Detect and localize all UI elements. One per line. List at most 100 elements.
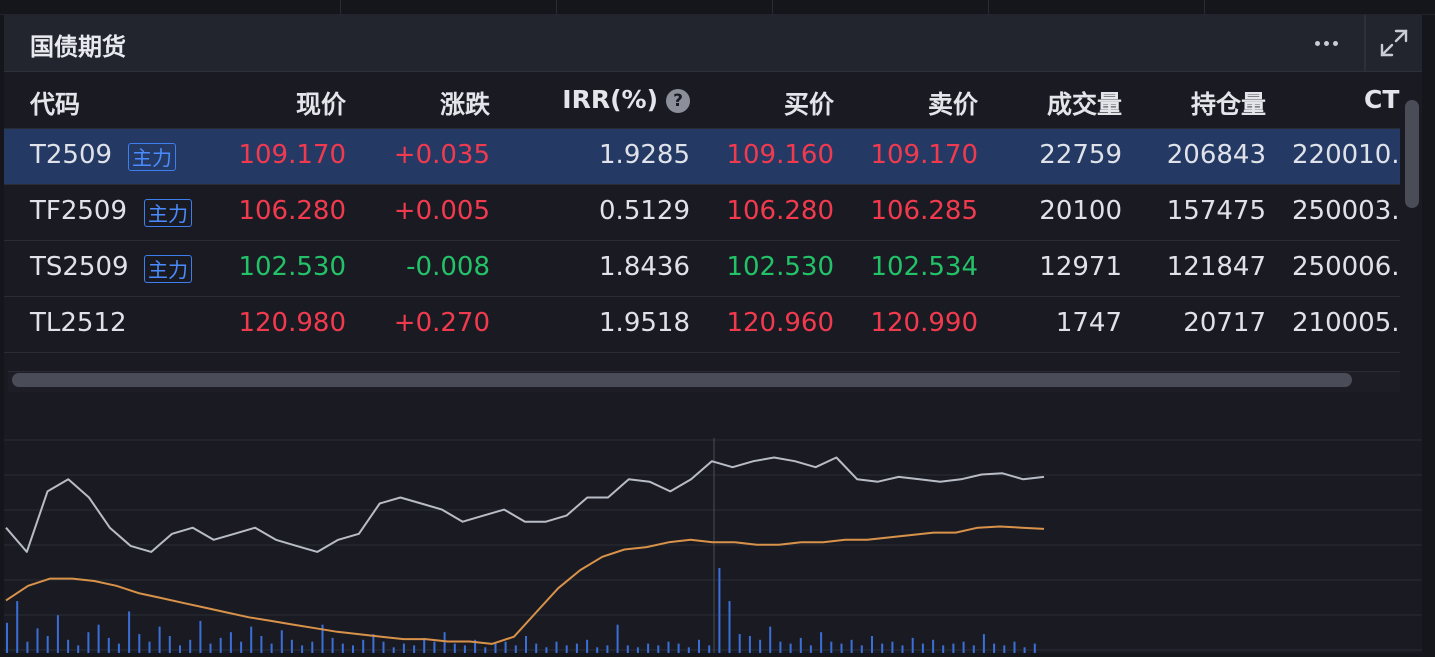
volume-bar bbox=[362, 639, 365, 653]
volume-bar bbox=[67, 639, 70, 653]
vertical-scroll-thumb[interactable] bbox=[1405, 100, 1419, 208]
volume-bar bbox=[809, 645, 812, 653]
volume-bar bbox=[453, 643, 456, 653]
volume-bar bbox=[77, 645, 80, 653]
volume-cell: 20100 bbox=[1039, 196, 1122, 226]
volume-bar bbox=[402, 643, 405, 653]
ct-cell: 220010. bbox=[1292, 140, 1400, 170]
volume-bar bbox=[423, 637, 426, 653]
volume-bar bbox=[891, 641, 894, 653]
col-header-code[interactable]: 代码 bbox=[30, 85, 80, 121]
volume-bar bbox=[138, 634, 141, 653]
price-cell: 102.530 bbox=[238, 252, 346, 282]
volume-bar bbox=[413, 645, 416, 653]
volume-bar bbox=[341, 643, 344, 653]
more-horizontal-icon bbox=[1314, 40, 1320, 46]
volume-bar bbox=[1023, 647, 1026, 653]
panel-title: 国债期货 bbox=[30, 33, 126, 61]
open-interest-cell: 157475 bbox=[1166, 196, 1266, 226]
volume-bar bbox=[311, 641, 314, 653]
col-header-change[interactable]: 涨跌 bbox=[440, 85, 490, 121]
volume-bar bbox=[779, 641, 782, 653]
volume-bar bbox=[921, 643, 924, 653]
ask-cell: 106.285 bbox=[870, 196, 978, 226]
strip-divider bbox=[340, 0, 341, 14]
volume-bar bbox=[97, 624, 100, 653]
volume-bar bbox=[972, 645, 975, 653]
ct-cell: 210005. bbox=[1292, 308, 1400, 338]
volume-bar bbox=[565, 645, 568, 653]
volume-bar bbox=[463, 645, 466, 653]
volume-bar bbox=[993, 643, 996, 653]
main-contract-badge: 主力 bbox=[144, 199, 192, 227]
col-header-price[interactable]: 现价 bbox=[296, 85, 346, 121]
volume-bar bbox=[962, 641, 965, 653]
volume-bar bbox=[36, 628, 39, 653]
col-header-open-interest[interactable]: 持仓量 bbox=[1191, 85, 1266, 121]
question-circle-icon[interactable]: ? bbox=[666, 89, 690, 113]
volume-bar bbox=[209, 643, 212, 653]
volume-bar bbox=[606, 645, 609, 653]
volume-bar bbox=[6, 622, 8, 653]
volume-bar bbox=[433, 641, 436, 653]
volume-bar bbox=[392, 647, 395, 653]
table-row[interactable]: TF2509 主力 106.280 +0.005 0.5129 106.280 106.28… bbox=[4, 185, 1400, 241]
volume-bar bbox=[525, 636, 527, 653]
volume-bar bbox=[219, 637, 222, 653]
volume-bar bbox=[636, 647, 639, 653]
expand-button[interactable] bbox=[1372, 25, 1416, 61]
open-interest-cell: 20717 bbox=[1183, 308, 1266, 338]
volume-bar bbox=[46, 636, 49, 653]
table-row[interactable]: TL2512 120.980 +0.270 1.9518 120.960 120.990 1… bbox=[4, 297, 1400, 353]
expand-icon bbox=[1380, 29, 1408, 57]
strip-divider bbox=[1204, 0, 1205, 14]
volume-bar bbox=[596, 647, 599, 653]
table-row[interactable]: T2509 主力 109.170 +0.035 1.9285 109.160 109.170… bbox=[4, 129, 1400, 185]
col-header-volume[interactable]: 成交量 bbox=[1047, 85, 1122, 121]
volume-bar bbox=[555, 641, 558, 653]
horizontal-scroll-thumb[interactable] bbox=[12, 373, 1352, 387]
volume-bar bbox=[382, 641, 385, 653]
col-header-irr[interactable]: IRR(%)? bbox=[562, 85, 690, 114]
volume-cell: 1747 bbox=[1055, 308, 1122, 338]
volume-bar bbox=[840, 643, 843, 653]
volume-bar bbox=[657, 645, 660, 653]
volume-bar bbox=[301, 645, 304, 653]
volume-bar bbox=[443, 632, 446, 653]
ct-cell: 250006. bbox=[1292, 252, 1400, 282]
open-interest-cell: 206843 bbox=[1166, 140, 1266, 170]
table-row[interactable]: TS2509 主力 102.530 -0.008 1.8436 102.530 102.53… bbox=[4, 241, 1400, 297]
col-header-ct[interactable]: CT bbox=[1364, 85, 1399, 114]
volume-bar bbox=[575, 643, 578, 653]
volume-bar bbox=[667, 641, 670, 653]
volume-bar bbox=[1013, 641, 1016, 653]
volume-bar bbox=[240, 641, 243, 653]
volume-bar bbox=[718, 568, 721, 653]
panel-header: 国债期货 bbox=[4, 15, 1422, 72]
volume-bar bbox=[799, 637, 802, 653]
volume-bar bbox=[189, 639, 192, 653]
volume-bar bbox=[16, 601, 19, 653]
ask-cell: 109.170 bbox=[870, 140, 978, 170]
volume-bar bbox=[484, 647, 487, 653]
more-button[interactable] bbox=[1301, 25, 1351, 61]
main-contract-badge: 主力 bbox=[144, 255, 192, 283]
volume-bar bbox=[504, 641, 507, 653]
volume-bar bbox=[270, 643, 273, 653]
volume-bar bbox=[117, 643, 120, 653]
col-header-ask[interactable]: 卖价 bbox=[928, 85, 978, 121]
volume-bar bbox=[901, 645, 904, 653]
volume-bar bbox=[168, 636, 171, 653]
volume-bar bbox=[759, 639, 762, 653]
col-header-irr-label: IRR(%) bbox=[562, 85, 658, 114]
volume-bar bbox=[881, 643, 884, 653]
change-cell: +0.005 bbox=[393, 196, 490, 226]
top-strip bbox=[0, 0, 1435, 15]
col-header-bid[interactable]: 买价 bbox=[784, 85, 834, 121]
ask-cell: 102.534 bbox=[870, 252, 978, 282]
volume-bar bbox=[982, 634, 985, 653]
volume-bar bbox=[789, 643, 792, 653]
contract-code: TF2509 bbox=[30, 196, 128, 226]
bid-cell: 102.530 bbox=[726, 252, 834, 282]
volume-bar bbox=[199, 620, 202, 653]
